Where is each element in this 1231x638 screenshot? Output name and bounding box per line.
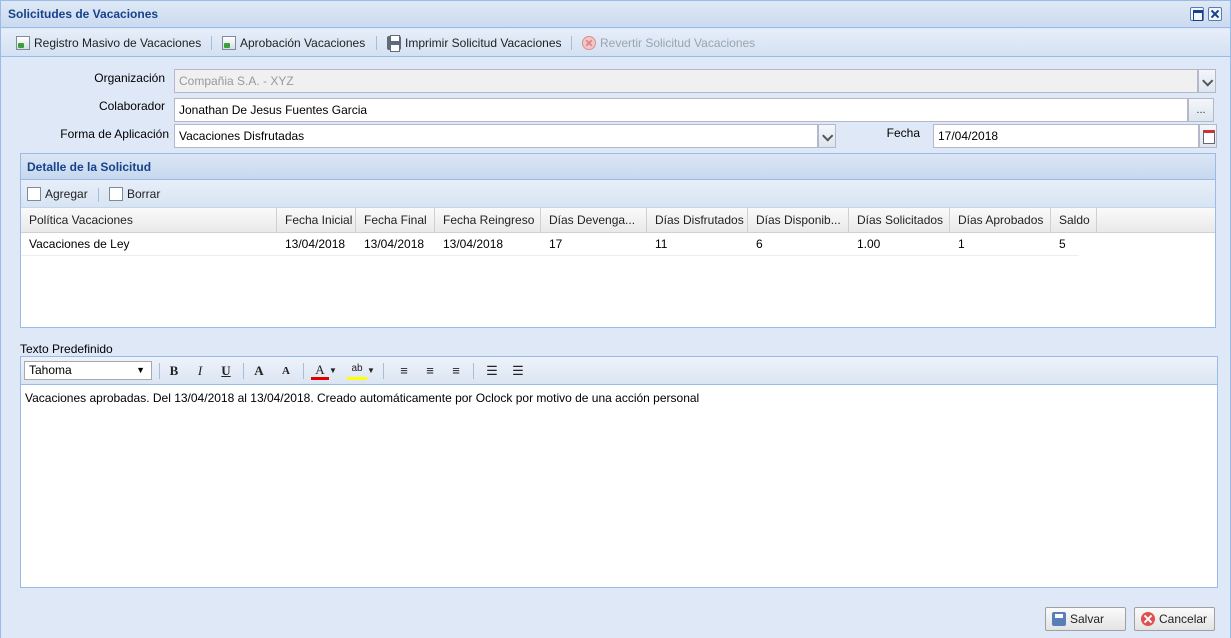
predefined-text-label: Texto Predefinido [20, 342, 113, 356]
organization-field[interactable]: Compañia S.A. - XYZ [174, 69, 1198, 93]
toolbar-item-label: Imprimir Solicitud Vacaciones [405, 36, 562, 50]
increase-font-button[interactable]: A [250, 362, 268, 380]
table-cell: 13/04/2018 [364, 237, 425, 251]
date-field[interactable]: 17/04/2018 [933, 124, 1199, 148]
mass-vacation-register-button[interactable]: Registro Masivo de Vacaciones [16, 35, 201, 51]
column-header[interactable]: Fecha Reingreso [435, 208, 541, 233]
window-titlebar[interactable]: Solicitudes de Vacaciones [1, 1, 1230, 28]
panel-title: Detalle de la Solicitud [21, 154, 1215, 180]
toolbar-item-label: Registro Masivo de Vacaciones [34, 36, 202, 50]
font-color-button[interactable]: A [311, 362, 329, 380]
vacation-requests-window: Solicitudes de Vacaciones Registro Masiv… [0, 0, 1231, 638]
detail-toolbar: Agregar Borrar [21, 180, 1215, 208]
column-header[interactable]: Días Devenga... [541, 208, 647, 233]
save-icon [1052, 612, 1066, 626]
save-button[interactable]: Salvar [1045, 607, 1126, 631]
organization-label: Organización [94, 71, 165, 85]
chevron-down-icon[interactable] [1198, 69, 1216, 93]
maximize-icon[interactable] [1190, 7, 1204, 21]
column-header[interactable]: Saldo [1051, 208, 1097, 233]
application-form-label: Forma de Aplicación [60, 127, 169, 141]
column-header[interactable]: Fecha Inicial [277, 208, 356, 233]
table-cell: 5 [1059, 237, 1066, 251]
highlight-button[interactable]: ab [347, 362, 367, 380]
grid-header: Política Vacaciones Fecha Inicial Fecha … [21, 208, 1215, 233]
save-label: Salvar [1070, 612, 1105, 626]
delete-icon [109, 187, 123, 201]
toolbar-separator [159, 363, 160, 379]
cancel-label: Cancelar [1159, 612, 1208, 626]
underline-button[interactable]: U [217, 362, 235, 380]
vacation-approval-button[interactable]: Aprobación Vacaciones [222, 35, 365, 51]
toolbar-separator [376, 36, 377, 50]
collaborator-field[interactable]: Jonathan De Jesus Fuentes Garcia [174, 98, 1188, 122]
print-request-button[interactable]: Imprimir Solicitud Vacaciones [387, 35, 562, 52]
chevron-down-icon[interactable] [818, 124, 836, 148]
add-label: Agregar [45, 187, 88, 201]
toolbar-separator [211, 36, 212, 50]
unordered-list-icon[interactable]: ☰ [509, 362, 527, 380]
table-cell: 6 [756, 237, 763, 251]
align-left-icon[interactable]: ≡ [395, 362, 413, 380]
calendar-icon[interactable] [1199, 124, 1217, 148]
document-icon [222, 36, 236, 50]
column-header[interactable]: Días Disponib... [748, 208, 849, 233]
editor-content[interactable]: Vacaciones aprobadas. Del 13/04/2018 al … [21, 385, 1217, 411]
collaborator-lookup-button[interactable]: ... [1188, 98, 1214, 122]
add-icon [27, 187, 41, 201]
italic-button[interactable]: I [191, 362, 209, 380]
table-cell: 13/04/2018 [285, 237, 346, 251]
column-header[interactable]: Días Disfrutados [647, 208, 748, 233]
decrease-font-button[interactable]: A [277, 362, 295, 380]
chevron-down-icon[interactable]: ▼ [329, 362, 337, 380]
cancel-button[interactable]: Cancelar [1134, 607, 1215, 631]
toolbar-separator [98, 188, 99, 202]
table-cell: 1 [958, 237, 965, 251]
table-cell: 17 [549, 237, 563, 251]
delete-row-button[interactable]: Borrar [109, 186, 160, 202]
rich-text-editor: Tahoma ▼ B I U A A A ▼ ab ▼ ≡ ≡ ≡ ☰ ☰ Va… [20, 356, 1218, 588]
request-detail-panel: Detalle de la Solicitud Agregar Borrar P… [20, 153, 1216, 328]
toolbar-item-label: Aprobación Vacaciones [240, 36, 366, 50]
toolbar-separator [571, 36, 572, 50]
main-toolbar: Registro Masivo de Vacaciones Aprobación… [1, 29, 1230, 57]
table-cell: Vacaciones de Ley [29, 237, 130, 251]
collaborator-label: Colaborador [98, 99, 165, 113]
toolbar-item-label: Revertir Solicitud Vacaciones [600, 36, 756, 50]
revert-icon [582, 36, 596, 50]
revert-request-button[interactable]: Revertir Solicitud Vacaciones [582, 35, 755, 51]
font-family-select[interactable]: Tahoma ▼ [24, 361, 152, 380]
toolbar-separator [303, 363, 304, 379]
editor-toolbar: Tahoma ▼ B I U A A A ▼ ab ▼ ≡ ≡ ≡ ☰ ☰ [21, 357, 1217, 385]
printer-icon [387, 35, 401, 52]
table-cell: 13/04/2018 [443, 237, 504, 251]
column-header[interactable]: Días Aprobados [950, 208, 1051, 233]
chevron-down-icon[interactable]: ▼ [367, 362, 375, 380]
ordered-list-icon[interactable]: ☰ [483, 362, 501, 380]
cancel-icon [1141, 612, 1155, 626]
align-right-icon[interactable]: ≡ [447, 362, 465, 380]
chevron-down-icon: ▼ [136, 365, 145, 375]
bold-button[interactable]: B [165, 362, 183, 380]
column-header[interactable]: Fecha Final [356, 208, 435, 233]
column-header[interactable]: Política Vacaciones [21, 208, 277, 233]
window-title: Solicitudes de Vacaciones [8, 7, 159, 21]
table-cell: 1.00 [857, 237, 881, 251]
align-center-icon[interactable]: ≡ [421, 362, 439, 380]
document-icon [16, 36, 30, 50]
close-icon[interactable] [1208, 7, 1222, 21]
table-cell: 11 [655, 237, 668, 251]
add-row-button[interactable]: Agregar [27, 186, 88, 202]
application-form-select[interactable]: Vacaciones Disfrutadas [174, 124, 818, 148]
delete-label: Borrar [127, 187, 161, 201]
toolbar-separator [473, 363, 474, 379]
date-label: Fecha [886, 126, 920, 140]
column-header[interactable]: Días Solicitados [849, 208, 950, 233]
toolbar-separator [383, 363, 384, 379]
table-row[interactable]: Vacaciones de Ley 13/04/2018 13/04/2018 … [21, 233, 1079, 256]
toolbar-separator [243, 363, 244, 379]
font-family-value: Tahoma [29, 363, 72, 377]
